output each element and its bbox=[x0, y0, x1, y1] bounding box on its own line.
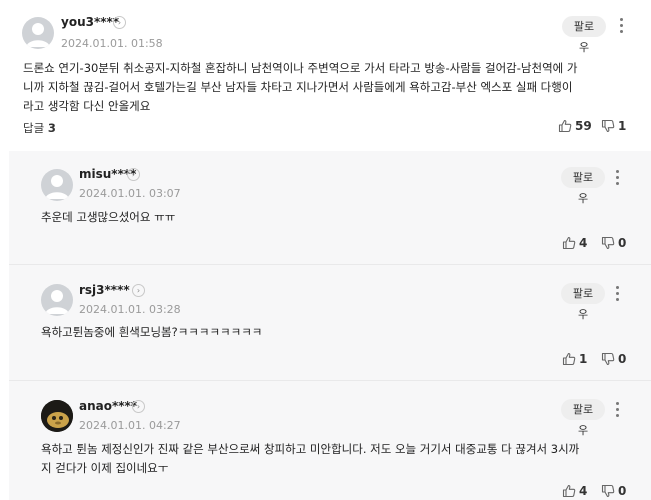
more-options-icon[interactable] bbox=[613, 169, 621, 187]
nickname[interactable]: you3**** bbox=[61, 15, 119, 29]
avatar[interactable] bbox=[22, 17, 54, 49]
thumbs-down-icon bbox=[601, 119, 615, 133]
chevron-right-icon[interactable]: › bbox=[127, 168, 140, 181]
replies-section: misu**** › 2024.01.01. 03:07 팔로우 추운데 고생많… bbox=[9, 151, 651, 500]
dislike-count: 1 bbox=[618, 119, 627, 133]
dislike-button[interactable]: 0 bbox=[601, 483, 626, 499]
comment-body-line: 욕하고 튄놈 제정신인가 진짜 같은 부산으로써 창피하고 미안합니다. 저도 … bbox=[41, 442, 580, 456]
like-button[interactable]: 4 bbox=[562, 483, 587, 499]
avatar[interactable] bbox=[41, 169, 73, 201]
thumbs-down-icon bbox=[601, 484, 615, 498]
follow-button[interactable]: 팔로우 bbox=[561, 283, 605, 321]
reply-toggle-button[interactable]: 답글 3 bbox=[23, 120, 56, 136]
avatar[interactable] bbox=[41, 400, 73, 432]
thumbs-up-icon bbox=[562, 484, 576, 498]
chevron-right-icon[interactable]: › bbox=[132, 284, 145, 297]
thumbs-up-icon bbox=[558, 119, 572, 133]
divider bbox=[9, 380, 651, 381]
main-comment: you3**** › 2024.01.01. 01:58 팔로우 드론쇼 연기-… bbox=[0, 0, 651, 146]
like-count: 4 bbox=[579, 484, 588, 498]
comment-body-line: 니까 지하철 끊김-걸어서 호텔가는길 부산 남자들 차타고 지나가면서 사람들… bbox=[23, 80, 573, 94]
comment-date: 2024.01.01. 03:07 bbox=[79, 187, 181, 200]
nickname[interactable]: rsj3**** bbox=[79, 283, 130, 297]
comment-body: 드론쇼 연기-30분뒤 취소공지-지하철 혼잡하니 남천역이나 주변역으로 가서… bbox=[23, 59, 577, 116]
reply-count: 3 bbox=[47, 121, 56, 135]
like-count: 4 bbox=[579, 236, 588, 250]
dislike-count: 0 bbox=[618, 484, 627, 498]
like-count: 59 bbox=[575, 119, 592, 133]
comment-date: 2024.01.01. 01:58 bbox=[61, 37, 163, 50]
more-options-icon[interactable] bbox=[613, 401, 621, 419]
comment-body-line: 욕하고튄놈중에 흰색모닝봄?ㅋㅋㅋㅋㅋㅋㅋㅋ bbox=[41, 325, 263, 339]
like-count: 1 bbox=[579, 352, 588, 366]
chevron-right-icon[interactable]: › bbox=[113, 16, 126, 29]
like-button[interactable]: 1 bbox=[562, 351, 587, 367]
user-silhouette-icon bbox=[26, 23, 50, 47]
comment-date: 2024.01.01. 03:28 bbox=[79, 303, 181, 316]
dislike-button[interactable]: 1 bbox=[601, 118, 626, 134]
comment-body: 욕하고튄놈중에 흰색모닝봄?ㅋㅋㅋㅋㅋㅋㅋㅋ bbox=[41, 323, 262, 342]
chevron-right-icon[interactable]: › bbox=[132, 400, 145, 413]
more-options-icon[interactable] bbox=[613, 285, 621, 303]
follow-button[interactable]: 팔로우 bbox=[562, 16, 606, 54]
comment-body-line: 드론쇼 연기-30분뒤 취소공지-지하철 혼잡하니 남천역이나 주변역으로 가서… bbox=[23, 61, 578, 75]
follow-button[interactable]: 팔로우 bbox=[561, 399, 605, 437]
reply-label: 답글 bbox=[23, 121, 45, 135]
thumbs-down-icon bbox=[601, 352, 615, 366]
dislike-count: 0 bbox=[618, 236, 627, 250]
thumbs-up-icon bbox=[562, 352, 576, 366]
dislike-count: 0 bbox=[618, 352, 627, 366]
dark-photo-avatar bbox=[41, 400, 73, 432]
nickname[interactable]: anao**** bbox=[79, 399, 137, 413]
dislike-button[interactable]: 0 bbox=[601, 235, 626, 251]
follow-button[interactable]: 팔로우 bbox=[561, 167, 605, 205]
comment-body-line: 라고 생각함 다신 안올게요 bbox=[23, 99, 151, 113]
like-button[interactable]: 4 bbox=[562, 235, 587, 251]
comment-body-line: 지 걷다가 이제 집이네요ㅜ bbox=[41, 461, 169, 475]
thumbs-down-icon bbox=[601, 236, 615, 250]
thumbs-up-icon bbox=[562, 236, 576, 250]
comment-body: 추운데 고생많으셨어요 ㅠㅠ bbox=[41, 208, 175, 227]
dislike-button[interactable]: 0 bbox=[601, 351, 626, 367]
like-button[interactable]: 59 bbox=[558, 118, 592, 134]
comment-date: 2024.01.01. 04:27 bbox=[79, 419, 181, 432]
user-silhouette-icon bbox=[45, 290, 69, 314]
user-silhouette-icon bbox=[45, 175, 69, 199]
comment-body: 욕하고 튄놈 제정신인가 진짜 같은 부산으로써 창피하고 미안합니다. 저도 … bbox=[41, 440, 579, 478]
divider bbox=[9, 264, 651, 265]
avatar[interactable] bbox=[41, 284, 73, 316]
comment-body-line: 추운데 고생많으셨어요 ㅠㅠ bbox=[41, 210, 176, 224]
more-options-icon[interactable] bbox=[617, 17, 625, 35]
